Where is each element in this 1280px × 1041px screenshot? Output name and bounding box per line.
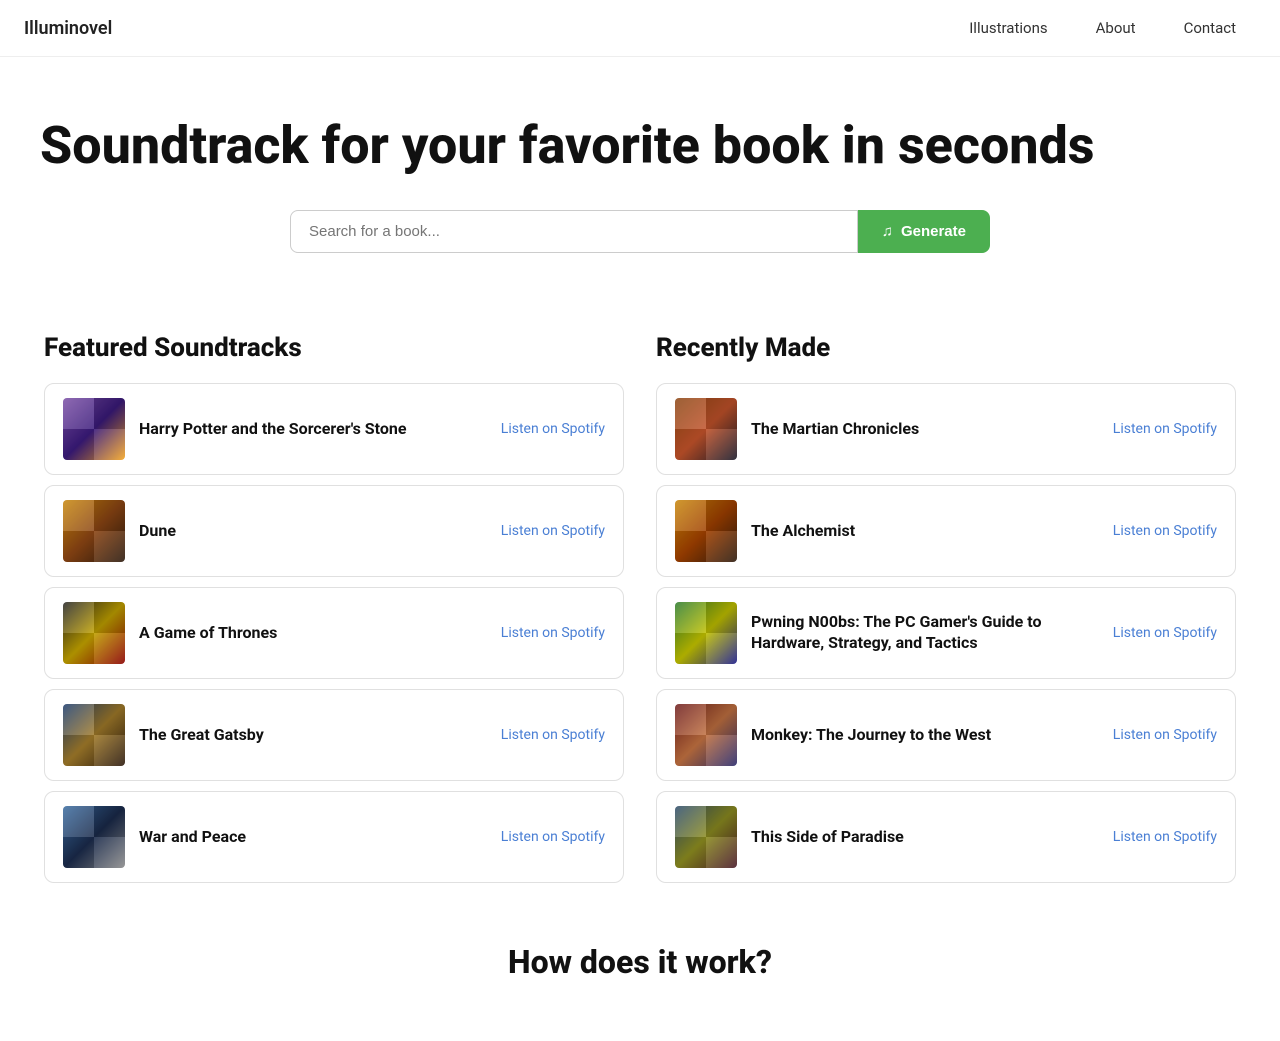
search-input[interactable] (290, 210, 858, 253)
book-cover-harry-potter (63, 398, 125, 460)
book-cover-this-side-paradise (675, 806, 737, 868)
book-title-martian-chronicles: The Martian Chronicles (751, 419, 1099, 440)
recently-made-title: Recently Made (656, 333, 1236, 363)
book-title-great-gatsby: The Great Gatsby (139, 725, 487, 746)
book-card-this-side-paradise: This Side of Paradise Listen on Spotify (656, 791, 1236, 883)
book-title-monkey-journey: Monkey: The Journey to the West (751, 725, 1099, 746)
listen-spotify-link-monkey-journey[interactable]: Listen on Spotify (1113, 727, 1217, 743)
recently-made-section: Recently Made The Martian Chronicles List… (640, 333, 1236, 883)
book-cover-dune (63, 500, 125, 562)
book-title-this-side-paradise: This Side of Paradise (751, 827, 1099, 848)
hero-headline: Soundtrack for your favorite book in sec… (40, 117, 1240, 174)
listen-spotify-link-pwning-noobs[interactable]: Listen on Spotify (1113, 625, 1217, 641)
book-card-pwning-noobs: Pwning N00bs: The PC Gamer's Guide to Ha… (656, 587, 1236, 679)
book-cover-pwning-noobs (675, 602, 737, 664)
book-card-alchemist: The Alchemist Listen on Spotify (656, 485, 1236, 577)
book-card-martian-chronicles: The Martian Chronicles Listen on Spotify (656, 383, 1236, 475)
book-cover-war-and-peace (63, 806, 125, 868)
book-title-alchemist: The Alchemist (751, 521, 1099, 542)
book-card-game-of-thrones: A Game of Thrones Listen on Spotify (44, 587, 624, 679)
book-title-war-and-peace: War and Peace (139, 827, 487, 848)
featured-section: Featured Soundtracks Harry Potter and th… (44, 333, 640, 883)
navbar: Illuminovel Illustrations About Contact (0, 0, 1280, 57)
generate-label: Generate (901, 223, 966, 240)
search-row: ♫ Generate (290, 210, 990, 253)
nav-links: Illustrations About Contact (949, 11, 1256, 45)
listen-spotify-link-game-of-thrones[interactable]: Listen on Spotify (501, 625, 605, 641)
book-cover-alchemist (675, 500, 737, 562)
how-title: How does it work? (44, 943, 1236, 981)
book-card-dune: Dune Listen on Spotify (44, 485, 624, 577)
book-title-pwning-noobs: Pwning N00bs: The PC Gamer's Guide to Ha… (751, 612, 1099, 654)
featured-title: Featured Soundtracks (44, 333, 624, 363)
book-title-harry-potter: Harry Potter and the Sorcerer's Stone (139, 419, 487, 440)
generate-button[interactable]: ♫ Generate (858, 210, 990, 253)
listen-spotify-link-great-gatsby[interactable]: Listen on Spotify (501, 727, 605, 743)
listen-spotify-link-harry-potter[interactable]: Listen on Spotify (501, 421, 605, 437)
how-section: How does it work? (20, 883, 1260, 1041)
book-title-game-of-thrones: A Game of Thrones (139, 623, 487, 644)
book-card-great-gatsby: The Great Gatsby Listen on Spotify (44, 689, 624, 781)
listen-spotify-link-dune[interactable]: Listen on Spotify (501, 523, 605, 539)
featured-list: Harry Potter and the Sorcerer's Stone Lis… (44, 383, 624, 883)
listen-spotify-link-martian-chronicles[interactable]: Listen on Spotify (1113, 421, 1217, 437)
book-cover-great-gatsby (63, 704, 125, 766)
book-cover-martian-chronicles (675, 398, 737, 460)
nav-link-illustrations[interactable]: Illustrations (949, 11, 1067, 45)
book-title-dune: Dune (139, 521, 487, 542)
book-cover-game-of-thrones (63, 602, 125, 664)
book-card-war-and-peace: War and Peace Listen on Spotify (44, 791, 624, 883)
listen-spotify-link-this-side-paradise[interactable]: Listen on Spotify (1113, 829, 1217, 845)
nav-logo[interactable]: Illuminovel (24, 18, 112, 39)
book-card-harry-potter: Harry Potter and the Sorcerer's Stone Lis… (44, 383, 624, 475)
book-card-monkey-journey: Monkey: The Journey to the West Listen on… (656, 689, 1236, 781)
music-icon: ♫ (882, 223, 893, 240)
hero-section: Soundtrack for your favorite book in sec… (0, 57, 1280, 293)
main-content: Featured Soundtracks Harry Potter and th… (20, 333, 1260, 883)
recently-made-list: The Martian ChroniclesListen on Spotify … (656, 383, 1236, 883)
nav-link-contact[interactable]: Contact (1164, 11, 1256, 45)
book-cover-monkey-journey (675, 704, 737, 766)
listen-spotify-link-war-and-peace[interactable]: Listen on Spotify (501, 829, 605, 845)
nav-link-about[interactable]: About (1076, 11, 1156, 45)
listen-spotify-link-alchemist[interactable]: Listen on Spotify (1113, 523, 1217, 539)
